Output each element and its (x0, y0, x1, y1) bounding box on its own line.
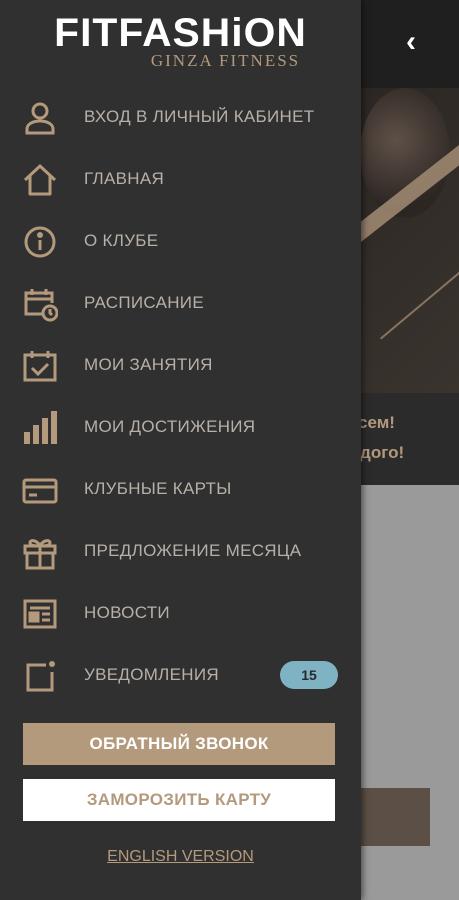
navigation-drawer: FITFASHiON GINZA FITNESS ВХОД В ЛИЧНЫЙ К… (0, 0, 361, 900)
newspaper-icon (22, 596, 58, 632)
user-icon (22, 100, 58, 136)
menu-item-label: УВЕДОМЛЕНИЯ (84, 665, 219, 684)
notification-count-badge: 15 (280, 661, 338, 689)
freeze-card-button[interactable]: ЗАМОРОЗИТЬ КАРТУ (23, 779, 335, 821)
logo: FITFASHiON GINZA FITNESS (0, 12, 361, 70)
menu-item-offer[interactable]: ПРЕДЛОЖЕНИЕ МЕСЯЦА (0, 520, 361, 582)
menu-item-label: ПРЕДЛОЖЕНИЕ МЕСЯЦА (84, 541, 302, 560)
english-version-link[interactable]: ENGLISH VERSION (0, 848, 361, 866)
info-icon (22, 224, 58, 260)
menu-item-label: МОИ ДОСТИЖЕНИЯ (84, 417, 256, 436)
calendar-clock-icon (22, 286, 59, 322)
credit-card-icon (22, 472, 58, 508)
menu-item-my-classes[interactable]: МОИ ЗАНЯТИЯ (0, 334, 361, 396)
logo-title: FITFASHiON (54, 11, 307, 55)
menu-item-notifications[interactable]: УВЕДОМЛЕНИЯ 15 (0, 644, 361, 706)
callback-button[interactable]: ОБРАТНЫЙ ЗВОНОК (23, 723, 335, 765)
gift-icon (22, 534, 58, 570)
menu-item-news[interactable]: НОВОСТИ (0, 582, 361, 644)
chevron-left-icon[interactable]: ‹ (396, 26, 426, 58)
menu-item-home[interactable]: ГЛАВНАЯ (0, 148, 361, 210)
menu-item-schedule[interactable]: РАСПИСАНИЕ (0, 272, 361, 334)
menu-item-label: НОВОСТИ (84, 603, 170, 622)
menu-item-label: О КЛУБЕ (84, 231, 159, 250)
calendar-check-icon (22, 348, 58, 384)
menu-item-achievements[interactable]: МОИ ДОСТИЖЕНИЯ (0, 396, 361, 458)
menu-item-club-cards[interactable]: КЛУБНЫЕ КАРТЫ (0, 458, 361, 520)
hero-stripe-thin (380, 209, 459, 340)
menu-item-label: МОИ ЗАНЯТИЯ (84, 355, 213, 374)
menu-item-label: РАСПИСАНИЕ (84, 293, 204, 312)
menu-item-label: ГЛАВНАЯ (84, 169, 165, 188)
menu-item-label: ВХОД В ЛИЧНЫЙ КАБИНЕТ (84, 107, 315, 126)
home-icon (22, 162, 58, 198)
menu-item-login[interactable]: ВХОД В ЛИЧНЫЙ КАБИНЕТ (0, 86, 361, 148)
menu-item-label: КЛУБНЫЕ КАРТЫ (84, 479, 232, 498)
notification-icon (22, 658, 58, 694)
bar-chart-icon (22, 410, 58, 446)
menu-item-about[interactable]: О КЛУБЕ (0, 210, 361, 272)
